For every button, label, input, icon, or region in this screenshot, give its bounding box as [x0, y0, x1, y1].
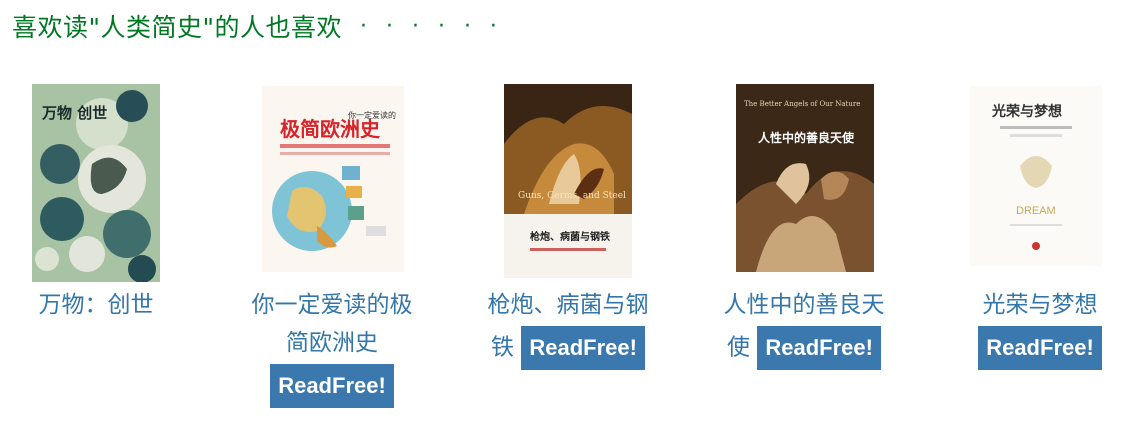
- book-link-1[interactable]: 万物：创世: [39, 292, 154, 318]
- book-link-3b[interactable]: 铁: [491, 335, 514, 361]
- book-link-4[interactable]: 人性中的善良天: [704, 286, 904, 324]
- book-link-3[interactable]: 枪炮、病菌与钢: [468, 286, 668, 324]
- cover-title-1: 万物 创世: [41, 104, 107, 122]
- book-title-2-line1: 你一定爱读的极: [251, 292, 413, 318]
- readfree-button-4[interactable]: ReadFree!: [757, 326, 881, 370]
- svg-text:The Better Angels of Our Natur: The Better Angels of Our Nature: [744, 100, 860, 108]
- svg-text:你一定爱读的: 你一定爱读的: [348, 110, 396, 120]
- more-link[interactable]: · · · · · ·: [360, 14, 503, 39]
- book-title-2-line2: 简欧洲史: [286, 330, 378, 356]
- book-cover-4[interactable]: The Better Angels of Our Nature 人性中的善良天使: [736, 84, 874, 272]
- cover-title-4: 人性中的善良天使: [758, 130, 855, 145]
- svg-text:DREAM: DREAM: [1016, 205, 1056, 217]
- section-heading: 喜欢读"人类简史"的人也喜欢 · · · · · ·: [12, 8, 503, 44]
- book-title-3-line2: 铁: [491, 334, 515, 361]
- book-title-3-line1: 枪炮、病菌与钢: [487, 292, 649, 318]
- book-cover-2[interactable]: 极简欧洲史 你一定爱读的: [262, 86, 404, 272]
- svg-text:Guns, Germs, and Steel: Guns, Germs, and Steel: [518, 191, 626, 201]
- book-title-4-line2: 使: [727, 334, 751, 361]
- readfree-button-2[interactable]: ReadFree!: [270, 364, 394, 408]
- section-title: 喜欢读"人类简史"的人也喜欢: [12, 13, 342, 42]
- book-title-5: 光荣与梦想 ReadFree!: [940, 286, 1136, 370]
- book-link-5[interactable]: 光荣与梦想: [940, 286, 1136, 324]
- cover-title-2: 极简欧洲史: [280, 117, 381, 141]
- book-cover-3[interactable]: Guns, Germs, and Steel 枪炮、病菌与钢铁: [504, 84, 632, 278]
- readfree-button-3[interactable]: ReadFree!: [521, 326, 645, 370]
- book-link-2[interactable]: 你一定爱读的极 简欧洲史: [232, 286, 432, 362]
- book-title-4: 人性中的善良天 使 ReadFree!: [704, 286, 904, 370]
- book-cover-5[interactable]: 光荣与梦想 DREAM: [970, 86, 1102, 266]
- book-title-1: 万物：创世: [16, 286, 176, 324]
- cover-title-5: 光荣与梦想: [991, 103, 1062, 120]
- book-title-3: 枪炮、病菌与钢 铁 ReadFree!: [468, 286, 668, 370]
- book-link-4b[interactable]: 使: [727, 335, 750, 361]
- book-cover-1[interactable]: 万物 创世: [32, 84, 160, 282]
- cover-title-3: 枪炮、病菌与钢铁: [530, 230, 610, 243]
- book-title-1-line1: 万物：创世: [38, 292, 154, 318]
- recommendation-section: 喜欢读"人类简史"的人也喜欢 · · · · · · 万物 创世 万物：创世 极…: [0, 0, 1136, 428]
- book-title-2: 你一定爱读的极 简欧洲史 ReadFree!: [232, 286, 432, 408]
- book-title-5-line1: 光荣与梦想: [982, 292, 1098, 318]
- readfree-button-5[interactable]: ReadFree!: [978, 326, 1102, 370]
- book-title-4-line1: 人性中的善良天: [723, 292, 885, 318]
